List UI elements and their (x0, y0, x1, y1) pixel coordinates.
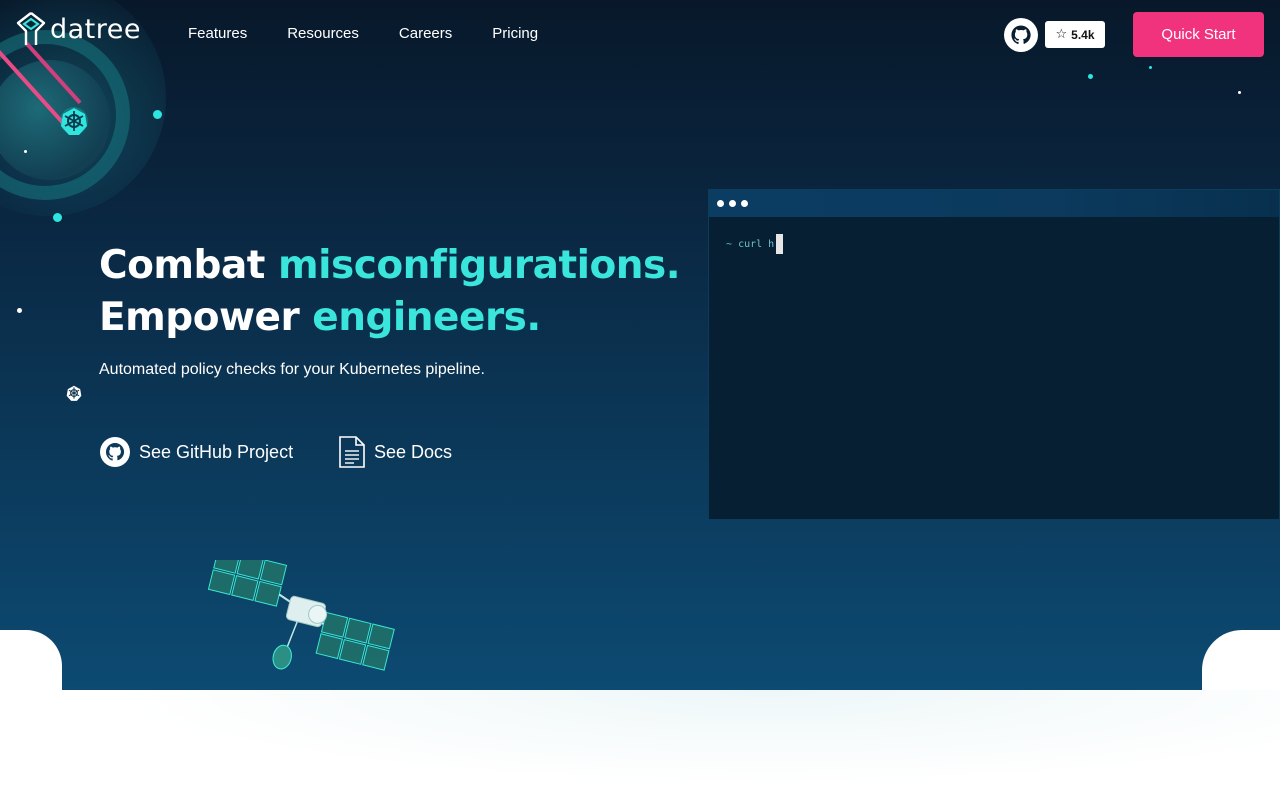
satellite-illustration (207, 560, 395, 671)
github-stars-count: 5.4k (1071, 27, 1095, 42)
see-github-project-link[interactable]: See GitHub Project (99, 436, 293, 468)
datree-logo-icon (16, 12, 46, 45)
terminal-window: ~ curl h (708, 189, 1280, 520)
nav-resources[interactable]: Resources (287, 25, 359, 42)
see-docs-link[interactable]: See Docs (338, 436, 452, 468)
cyan-dot (1088, 74, 1093, 79)
github-icon (100, 437, 130, 467)
window-dot (717, 200, 724, 207)
headline-accent: misconfigurations. (278, 243, 681, 288)
cta-docs-label: See Docs (374, 441, 453, 462)
logo[interactable]: datree (14, 10, 141, 48)
top-nav: datree Features Resources Careers Pricin… (0, 0, 1280, 70)
headline-accent: engineers. (312, 295, 541, 340)
hero-headline: Combat misconfigurations. Empower engine… (99, 240, 681, 344)
nav-links: Features Resources Careers Pricing (188, 25, 578, 42)
github-icon[interactable] (1004, 18, 1038, 52)
hero-subtitle: Automated policy checks for your Kuberne… (99, 361, 485, 378)
nav-features[interactable]: Features (188, 25, 247, 42)
github-stars-badge[interactable]: ☆ 5.4k (1045, 21, 1105, 48)
cyan-dot (53, 213, 62, 222)
nav-careers[interactable]: Careers (399, 25, 452, 42)
terminal-prompt: ~ (726, 238, 733, 250)
document-icon (339, 436, 365, 468)
window-dot (741, 200, 748, 207)
nav-pricing[interactable]: Pricing (492, 25, 538, 42)
headline-text: Empower (99, 295, 300, 340)
white-star (17, 308, 22, 313)
brand-name: datree (50, 13, 142, 45)
white-star (24, 150, 27, 153)
window-dot (729, 200, 736, 207)
cyan-dot (153, 110, 162, 119)
headline-text: Combat (99, 243, 265, 288)
star-icon: ☆ (1055, 27, 1068, 42)
hero-corner (0, 630, 62, 690)
terminal-line: ~ curl h (726, 234, 784, 254)
quick-start-button[interactable]: Quick Start (1133, 12, 1264, 57)
kubernetes-icon (66, 385, 82, 401)
terminal-cursor (776, 234, 784, 254)
terminal-command: curl h (738, 238, 775, 250)
white-star (1238, 91, 1241, 94)
cta-github-label: See GitHub Project (139, 441, 294, 462)
hero-corner (1202, 630, 1280, 690)
kubernetes-icon (60, 107, 88, 135)
terminal-titlebar (709, 190, 1279, 217)
